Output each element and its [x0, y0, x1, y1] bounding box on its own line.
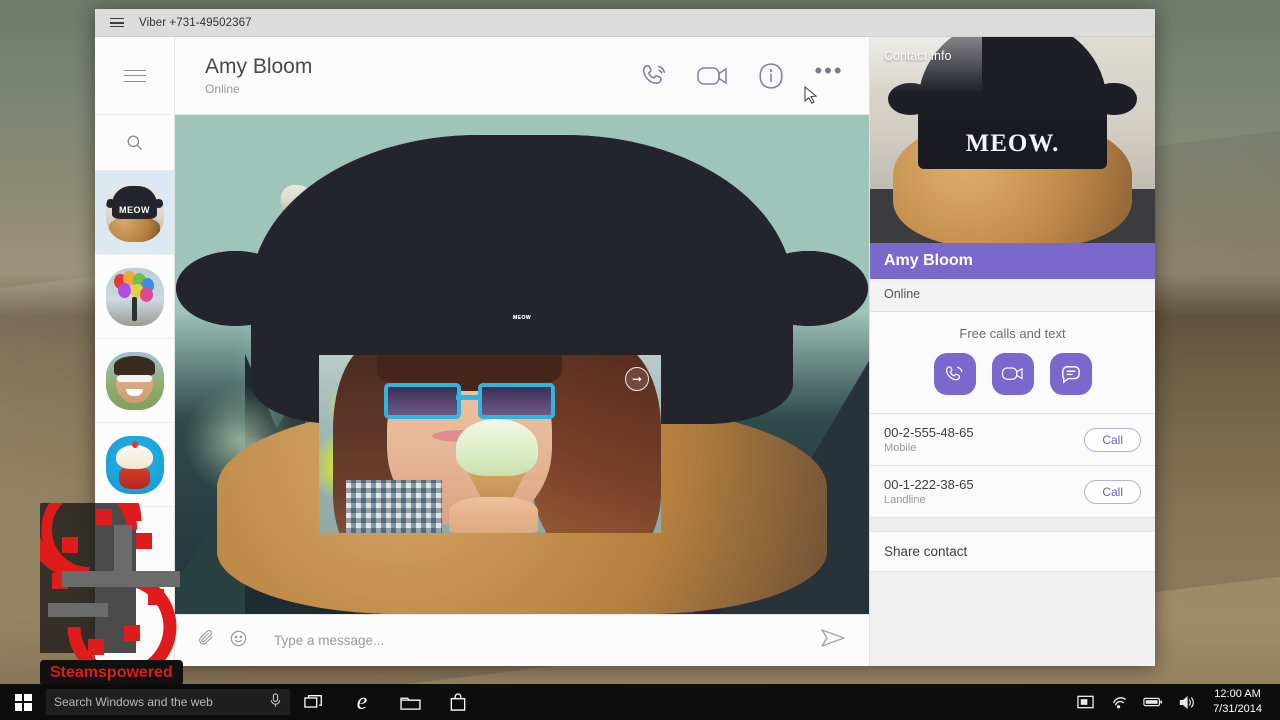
sidebar-item-amy-bloom[interactable]: MEOW	[95, 171, 174, 255]
file-explorer-icon[interactable]	[386, 684, 434, 720]
app-title: Viber +731-49502367	[139, 16, 252, 29]
battery-icon[interactable]	[1139, 684, 1167, 720]
free-calls-heading: Free calls and text	[959, 326, 1066, 341]
taskbar: Search Windows and the web e 12:00 AM 7/…	[0, 684, 1280, 720]
page-title: Amy Bloom	[205, 54, 313, 78]
message-composer: Type a message...	[175, 614, 869, 666]
phone-number: 00-2-555-48-65	[884, 425, 974, 440]
volume-icon[interactable]	[1173, 684, 1201, 720]
message-row-incoming-photo: MEOW Amy Bloom	[175, 134, 869, 614]
send-icon[interactable]	[819, 626, 847, 655]
phone-row: 00-2-555-48-65 Mobile Call	[870, 414, 1155, 466]
window-body: MEOW Amy Bloom Online ••• MEOW MEOW ➞ Ty…	[95, 37, 1155, 666]
taskbar-search-placeholder: Search Windows and the web	[54, 695, 213, 709]
chat-column: Amy Bloom Online ••• MEOW MEOW ➞ Type a …	[175, 37, 869, 666]
system-tray: 12:00 AM 7/31/2014	[1071, 684, 1280, 720]
contact-name: Amy Bloom	[870, 243, 1155, 279]
mouse-cursor	[804, 85, 818, 111]
sidebar-item-sunglasses-guy[interactable]	[95, 339, 174, 423]
message-input[interactable]: Type a message...	[262, 633, 805, 648]
hamburger-icon[interactable]	[95, 9, 139, 37]
phone-call-icon[interactable]	[933, 353, 976, 395]
chat-header: Amy Bloom Online •••	[175, 37, 869, 115]
clock-date: 7/31/2014	[1213, 703, 1262, 715]
forward-arrow-icon[interactable]: ➞	[625, 367, 649, 391]
call-button[interactable]: Call	[1084, 479, 1141, 504]
task-view-icon[interactable]	[290, 684, 338, 720]
watermark-label: Steamspowered	[40, 660, 183, 686]
call-button[interactable]: Call	[1084, 427, 1141, 452]
phone-row: 00-1-222-38-65 Landline Call	[870, 466, 1155, 518]
chat-header-contact: Amy Bloom Online	[205, 55, 633, 96]
store-icon[interactable]	[434, 684, 482, 720]
panel-filler	[870, 572, 1155, 666]
phone-kind: Landline	[884, 494, 926, 506]
avatar	[105, 435, 164, 494]
phone-number: 00-1-222-38-65	[884, 477, 974, 492]
contact-status: Online	[205, 82, 240, 97]
photo-attachment[interactable]: ➞	[319, 355, 661, 533]
contact-info-panel: Contact Info MEOW. Amy Bloom Online Free…	[869, 37, 1155, 666]
beanie-text: MEOW.	[918, 119, 1107, 169]
rail-menu-button[interactable]	[95, 37, 174, 115]
info-icon[interactable]	[749, 58, 793, 94]
contacts-rail: MEOW	[95, 37, 175, 666]
chat-header-actions: •••	[633, 58, 851, 94]
avatar: MEOW	[175, 134, 869, 614]
video-camera-icon[interactable]	[691, 58, 735, 94]
input-indicator-icon[interactable]	[1071, 684, 1099, 720]
phone-kind: Mobile	[884, 442, 917, 454]
message-list[interactable]: 4:14PM MEOW Amy Bloom Dazzle me with mor…	[175, 115, 869, 614]
sidebar-item-cupcake[interactable]	[95, 423, 174, 507]
search-input[interactable]: Search Windows and the web	[46, 689, 290, 715]
contact-hero-photo: Contact Info MEOW.	[870, 37, 1155, 243]
contact-status: Online	[870, 279, 1155, 312]
desktop: Viber +731-49502367 MEOW Amy Bloom Onlin…	[0, 0, 1280, 720]
viber-window: Viber +731-49502367 MEOW Amy Bloom Onlin…	[95, 9, 1155, 666]
video-camera-icon[interactable]	[991, 353, 1034, 395]
window-titlebar: Viber +731-49502367	[95, 9, 1155, 37]
wifi-icon[interactable]	[1105, 684, 1133, 720]
microphone-icon[interactable]	[269, 693, 282, 711]
avatar: MEOW	[105, 183, 164, 242]
taskbar-clock[interactable]: 12:00 AM 7/31/2014	[1207, 687, 1270, 717]
sidebar-item-balloons[interactable]	[95, 255, 174, 339]
paperclip-icon[interactable]	[197, 629, 215, 652]
section-divider	[870, 518, 1155, 532]
phone-call-icon[interactable]	[633, 58, 677, 94]
search-icon[interactable]	[95, 115, 174, 171]
contact-info-label: Contact Info	[884, 49, 952, 63]
internet-explorer-icon[interactable]: e	[338, 684, 386, 720]
message-bubble-icon[interactable]	[1049, 353, 1092, 395]
share-contact-item[interactable]: Share contact	[870, 532, 1155, 572]
smiley-icon[interactable]	[229, 629, 248, 653]
avatar	[105, 351, 164, 410]
avatar	[105, 267, 164, 326]
clock-time: 12:00 AM	[1214, 688, 1261, 701]
windows-logo-icon[interactable]	[0, 684, 46, 720]
free-calls-section: Free calls and text	[870, 312, 1155, 414]
